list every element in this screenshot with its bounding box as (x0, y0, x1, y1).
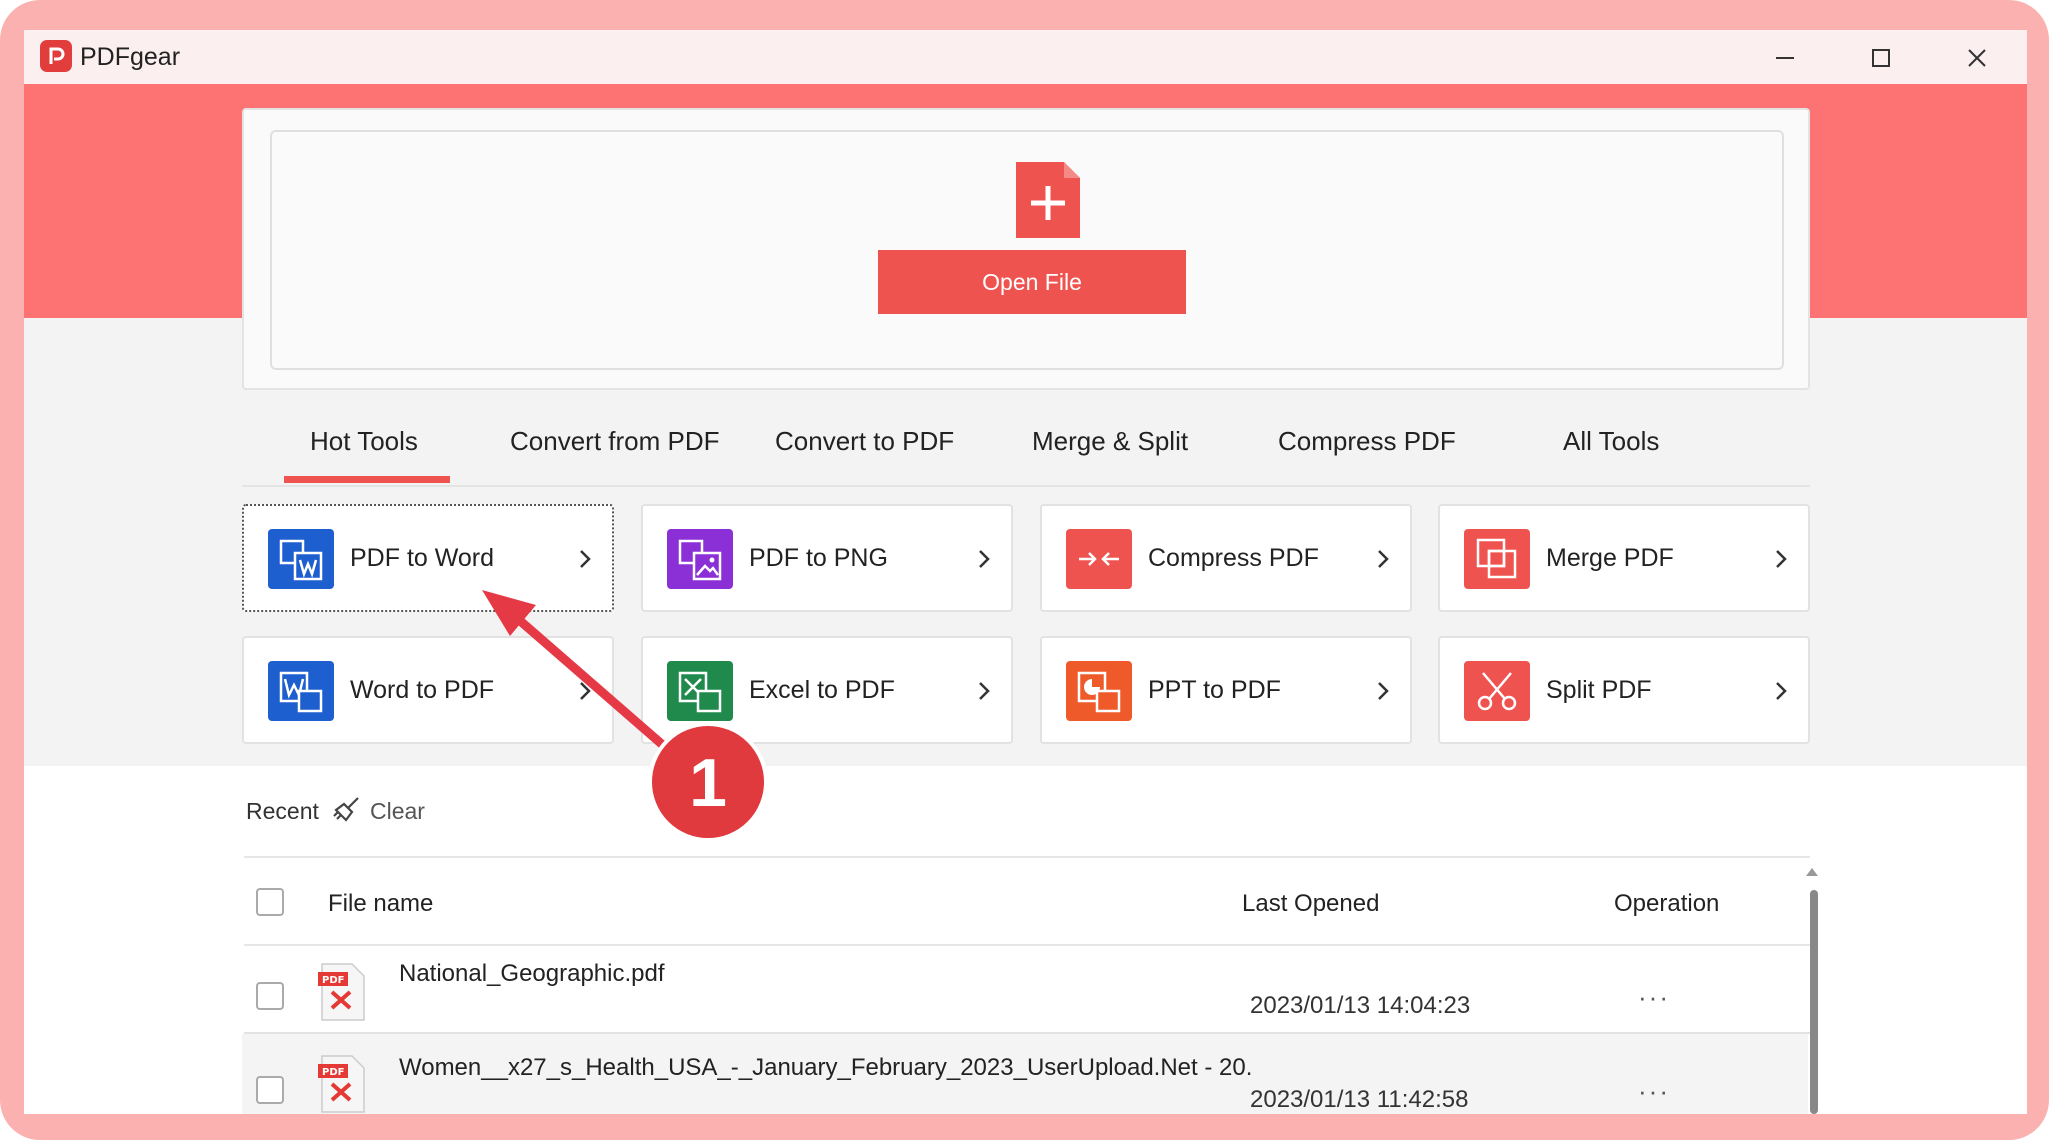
annotation-step-number: 1 (689, 745, 727, 821)
annotation-overlay (482, 590, 768, 842)
